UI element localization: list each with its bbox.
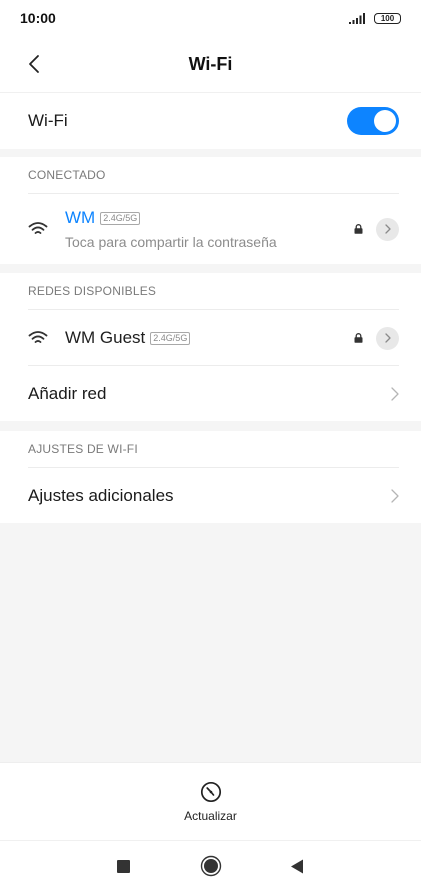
recents-button[interactable]	[111, 854, 135, 878]
status-bar: 10:00 100	[0, 0, 421, 36]
toggle-knob	[374, 110, 396, 132]
available-header: REDES DISPONIBLES	[28, 284, 157, 298]
refresh-icon	[200, 781, 221, 802]
available-section: REDES DISPONIBLES WM Guest 2.4G/5G Añadi…	[0, 273, 421, 421]
back-arrow-icon	[29, 55, 39, 73]
back-button[interactable]	[14, 46, 54, 82]
circle-icon	[200, 855, 222, 877]
connected-header: CONECTADO	[28, 168, 106, 182]
chevron-right-icon	[384, 333, 391, 343]
wifi-toggle-switch[interactable]	[347, 107, 399, 135]
chevron-right-icon	[391, 488, 399, 503]
add-network-row[interactable]: Añadir red	[0, 366, 421, 421]
chevron-right-icon	[391, 386, 399, 401]
top-app-bar: Wi-Fi	[0, 36, 421, 92]
wifi-settings-section: AJUSTES DE WI-FI Ajustes adicionales	[0, 431, 421, 523]
wifi-toggle-label: Wi-Fi	[28, 111, 68, 130]
additional-settings-row[interactable]: Ajustes adicionales	[0, 468, 421, 523]
wifi-signal-icon	[28, 331, 48, 343]
page-title: Wi-Fi	[188, 53, 233, 74]
wifi-toggle-section: Wi-Fi	[0, 92, 421, 149]
wifi-signal-icon	[28, 222, 48, 234]
lock-icon	[354, 224, 363, 234]
connected-section: CONECTADO WM 2.4G/5G Toca para compartir…	[0, 157, 421, 264]
wifi-toggle-row: Wi-Fi	[0, 92, 421, 149]
band-badge: 2.4G/5G	[100, 211, 141, 225]
status-time: 10:00	[20, 10, 56, 26]
network-text: WM 2.4G/5G Toca para compartir la contra…	[65, 208, 277, 250]
wifi-settings-header: AJUSTES DE WI-FI	[28, 442, 138, 456]
square-icon	[116, 859, 130, 873]
network-details-button[interactable]	[376, 326, 399, 350]
back-nav-button[interactable]	[285, 854, 309, 878]
refresh-label: Actualizar	[184, 808, 237, 823]
network-details-button[interactable]	[376, 217, 399, 241]
battery-icon: 100	[374, 12, 401, 24]
triangle-left-icon	[291, 859, 303, 873]
network-name: WM	[65, 208, 96, 227]
add-network-label: Añadir red	[28, 383, 107, 403]
status-icons: 100	[349, 12, 401, 24]
available-network-row[interactable]: WM Guest 2.4G/5G	[0, 310, 421, 366]
band-badge: 2.4G/5G	[150, 331, 191, 345]
additional-settings-label: Ajustes adicionales	[28, 485, 174, 505]
system-navigation-bar	[0, 840, 421, 890]
lock-icon	[354, 333, 363, 343]
chevron-right-icon	[384, 224, 391, 234]
share-password-hint: Toca para compartir la contraseña	[65, 234, 277, 250]
refresh-button[interactable]: Actualizar	[184, 781, 237, 823]
bottom-action-bar: Actualizar	[0, 762, 421, 840]
home-button[interactable]	[199, 854, 223, 878]
network-name: WM Guest	[65, 328, 146, 347]
signal-icon	[349, 12, 365, 24]
connected-network-row[interactable]: WM 2.4G/5G Toca para compartir la contra…	[0, 194, 421, 264]
